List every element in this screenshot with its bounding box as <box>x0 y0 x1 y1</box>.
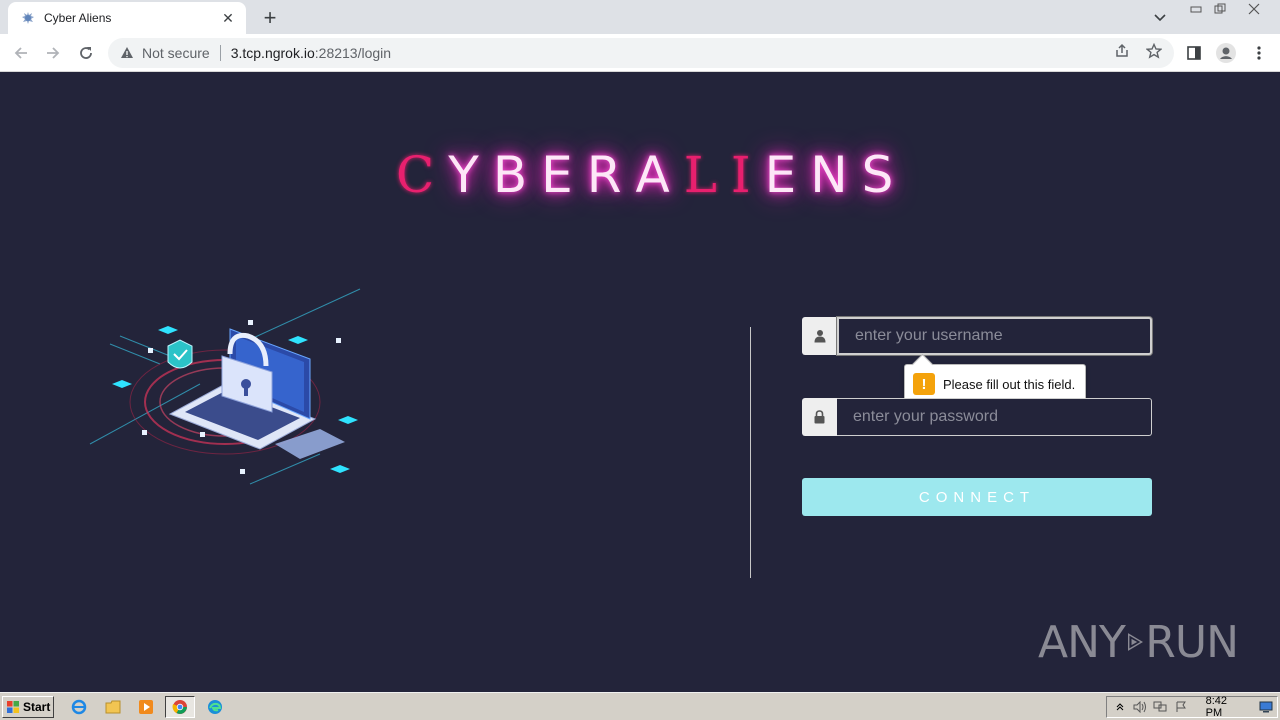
profile-avatar-icon[interactable] <box>1214 41 1238 65</box>
browser-tab[interactable]: Cyber Aliens ✕ <box>8 2 246 34</box>
brand-letter: I <box>730 146 765 204</box>
back-arrow-icon[interactable] <box>9 41 33 65</box>
password-field-group <box>802 398 1152 436</box>
edge-icon[interactable] <box>204 697 226 717</box>
brand-letter: Y <box>448 146 493 204</box>
brand-letter: C <box>396 146 449 204</box>
address-bar[interactable]: Not secure 3.tcp.ngrok.io:28213/login <box>108 38 1174 68</box>
chrome-taskbar-icon[interactable] <box>165 696 195 718</box>
watermark-right-text: RUN <box>1145 616 1239 668</box>
brand-letter: A <box>635 146 684 204</box>
play-logo-icon <box>1127 633 1143 651</box>
internet-explorer-icon[interactable] <box>68 697 90 717</box>
new-tab-button[interactable]: + <box>258 6 282 30</box>
tray-expand-icon[interactable] <box>1111 699 1129 715</box>
url-text[interactable]: 3.tcp.ngrok.io:28213/login <box>231 45 391 61</box>
anyrun-watermark: ANY RUN <box>1038 610 1239 674</box>
action-center-flag-icon[interactable] <box>1171 699 1189 715</box>
browser-toolbar: Not secure 3.tcp.ngrok.io:28213/login <box>0 34 1280 72</box>
side-panel-icon[interactable] <box>1182 41 1206 65</box>
show-desktop-icon[interactable] <box>1257 699 1275 715</box>
close-window-icon[interactable] <box>1242 0 1266 18</box>
watermark-left-text: ANY <box>1038 616 1126 668</box>
bookmark-star-icon[interactable] <box>1144 41 1164 61</box>
restore-window-icon[interactable] <box>1208 0 1232 18</box>
taskbar-clock[interactable]: 8:42 PM <box>1206 695 1243 719</box>
reload-icon[interactable] <box>74 41 98 65</box>
minimize-window-icon[interactable] <box>1184 0 1208 18</box>
site-favicon-icon <box>20 10 36 26</box>
user-icon <box>802 317 837 355</box>
username-field-group <box>802 317 1152 355</box>
tab-strip: Cyber Aliens ✕ + <box>0 0 1280 34</box>
page-content: CYBERALIENS enter your username ! Please… <box>0 72 1280 692</box>
share-icon[interactable] <box>1112 41 1132 61</box>
brand-letter: N <box>810 146 862 204</box>
more-menu-icon[interactable] <box>1247 41 1271 65</box>
brand-letter: S <box>861 146 908 204</box>
brand-letter: E <box>541 146 587 204</box>
validation-message: Please fill out this field. <box>943 376 1076 392</box>
windows-taskbar: Start 8:42 PM <box>0 692 1280 720</box>
forward-arrow-icon[interactable] <box>41 41 65 65</box>
network-icon[interactable] <box>1151 699 1169 715</box>
not-secure-warning-icon[interactable] <box>120 45 136 61</box>
media-player-icon[interactable] <box>135 697 157 717</box>
start-label: Start <box>23 700 51 714</box>
brand-logo-text: CYBERALIENS <box>396 146 896 206</box>
volume-icon[interactable] <box>1131 699 1149 715</box>
start-button[interactable]: Start <box>2 696 54 718</box>
username-input[interactable] <box>837 317 1152 355</box>
brand-letter: R <box>586 146 636 204</box>
url-host: 3.tcp.ngrok.io <box>230 45 315 61</box>
brand-letter: E <box>764 146 811 204</box>
brand-letter: L <box>683 146 731 204</box>
url-path: :28213/login <box>314 45 392 61</box>
password-input[interactable] <box>837 398 1152 436</box>
file-explorer-icon[interactable] <box>102 697 124 717</box>
cyber-security-laptop-illustration <box>89 288 361 485</box>
tab-close-icon[interactable]: ✕ <box>220 10 236 26</box>
security-label[interactable]: Not secure <box>142 45 210 61</box>
lock-icon <box>802 398 837 436</box>
address-separator <box>219 45 221 61</box>
vertical-divider <box>750 327 751 578</box>
tab-title: Cyber Aliens <box>44 11 112 25</box>
warning-exclamation-icon: ! <box>913 373 935 395</box>
brand-letter: B <box>492 146 542 204</box>
tab-search-chevron-icon[interactable] <box>1150 8 1170 28</box>
connect-button[interactable]: CONNECT <box>802 478 1152 516</box>
system-tray: 8:42 PM <box>1106 695 1278 719</box>
windows-flag-icon <box>7 701 19 713</box>
